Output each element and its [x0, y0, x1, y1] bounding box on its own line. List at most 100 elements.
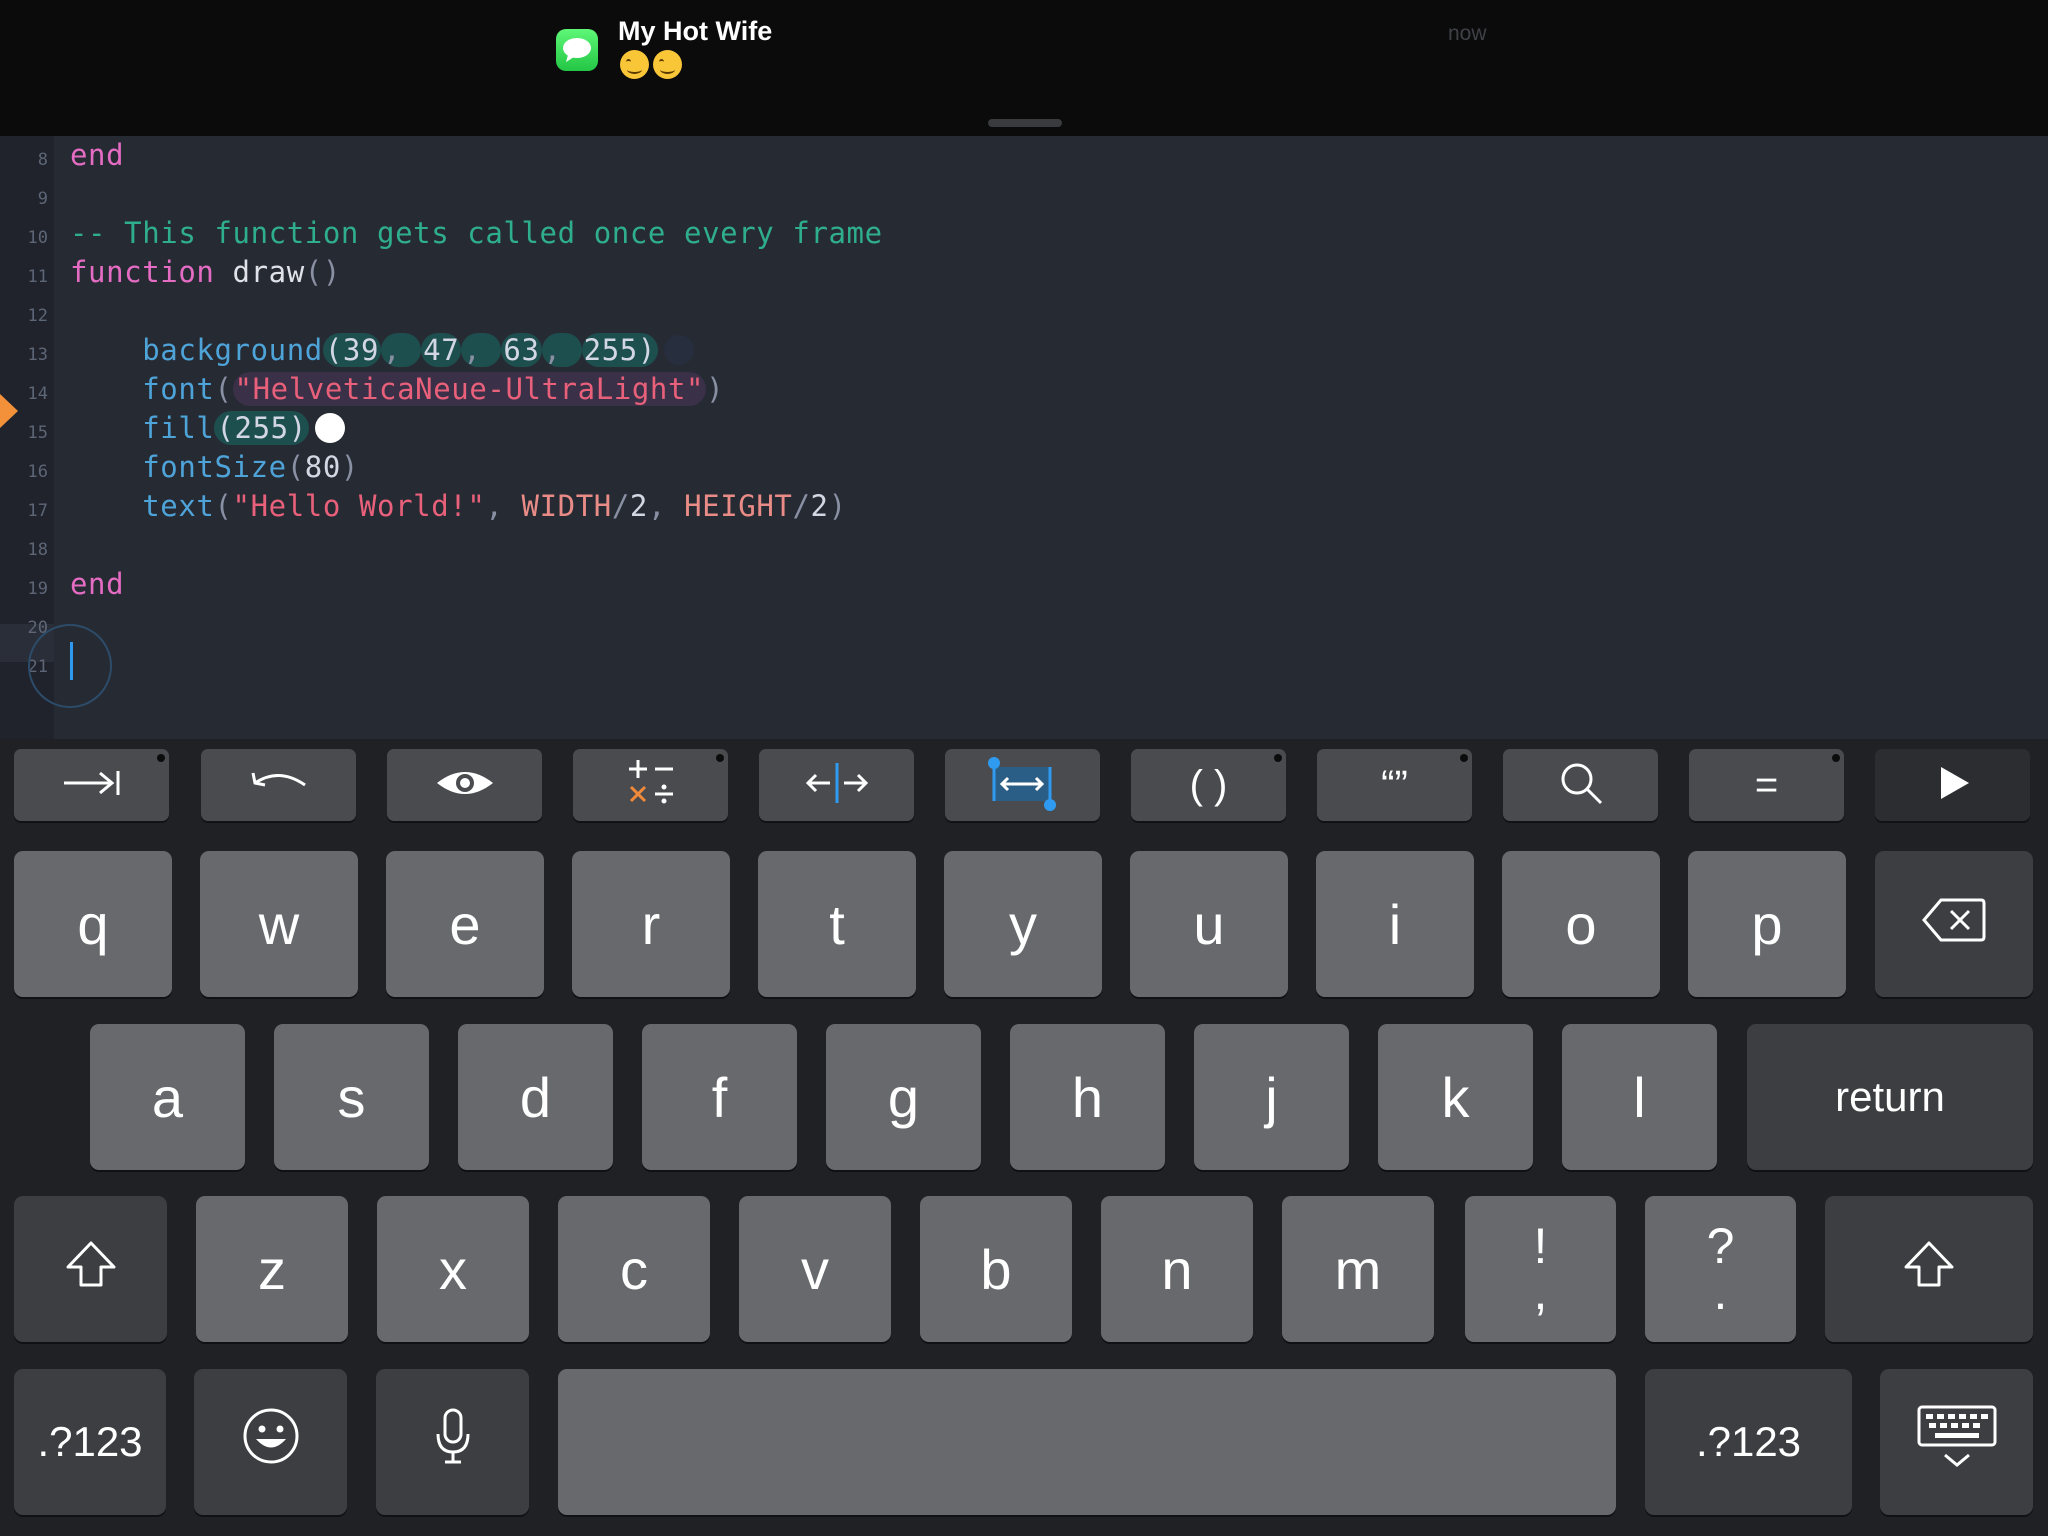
dictation-key[interactable] [376, 1369, 529, 1515]
code-line[interactable]: 17 text("Hello World!", WIDTH/2, HEIGHT/… [0, 487, 2048, 526]
key-label: o [1565, 892, 1597, 956]
key-i[interactable]: i [1316, 851, 1474, 997]
code-token: / [792, 489, 811, 523]
code-token: 2 [629, 489, 648, 523]
code-line[interactable]: 12 [0, 292, 2048, 331]
key-label: a [151, 1065, 184, 1129]
code-line[interactable]: 9 [0, 175, 2048, 214]
key-j[interactable]: j [1194, 1024, 1349, 1170]
code-token: ( [286, 450, 305, 484]
key-l[interactable]: l [1562, 1024, 1717, 1170]
code-token: (255) [214, 411, 309, 445]
split-cursor-button[interactable] [759, 749, 914, 821]
key-t[interactable]: t [758, 851, 916, 997]
code-token: -- This function gets called once every … [70, 216, 883, 250]
operators-button[interactable] [573, 749, 728, 821]
parentheses-label: ( ) [1189, 762, 1228, 807]
key-d[interactable]: d [458, 1024, 613, 1170]
notification-banner[interactable]: My Hot Wife now [0, 0, 2048, 136]
quotes-key[interactable]: “” [1317, 749, 1472, 821]
line-number: 11 [27, 267, 48, 287]
return-key[interactable]: return [1747, 1024, 2033, 1170]
key-y[interactable]: y [944, 851, 1102, 997]
banner-grabber[interactable] [988, 119, 1062, 127]
key-m[interactable]: m [1282, 1196, 1434, 1342]
code-token: ( [214, 372, 233, 406]
code-line[interactable]: 20 [0, 604, 2048, 643]
key-label: p [1751, 892, 1783, 956]
code-token: , [485, 489, 522, 523]
code-token: , [647, 489, 685, 523]
numbers-key-left[interactable]: .?123 [14, 1369, 166, 1515]
delete-icon [1921, 892, 1987, 957]
key-o[interactable]: o [1502, 851, 1660, 997]
code-line[interactable]: 13 background(39, 47, 63, 255) [0, 331, 2048, 370]
key-w[interactable]: w [200, 851, 358, 997]
code-line[interactable]: 16 fontSize(80) [0, 448, 2048, 487]
exclamation-label: ! [1533, 1218, 1548, 1274]
key-z[interactable]: z [196, 1196, 348, 1342]
editor-toolbar: ( ) “” = [0, 739, 2048, 834]
code-line[interactable]: 21 [0, 643, 2048, 682]
code-line[interactable]: 11 function draw() [0, 253, 2048, 292]
color-swatch[interactable] [663, 335, 694, 365]
key-q[interactable]: q [14, 851, 172, 997]
emoji-key[interactable] [194, 1369, 347, 1515]
code-token: ( [214, 489, 233, 523]
shift-key-left[interactable] [14, 1196, 167, 1342]
search-button[interactable] [1503, 749, 1658, 821]
code-text: end [70, 138, 124, 172]
key-u[interactable]: u [1130, 851, 1288, 997]
key-label: q [77, 892, 109, 956]
key-e[interactable]: e [386, 851, 544, 997]
key-f[interactable]: f [642, 1024, 797, 1170]
key-h[interactable]: h [1010, 1024, 1165, 1170]
select-range-button[interactable] [945, 749, 1100, 821]
code-token: 47 [421, 333, 462, 367]
key-s[interactable]: s [274, 1024, 429, 1170]
key-v[interactable]: v [739, 1196, 891, 1342]
smiling-face-emoji-icon [620, 50, 649, 79]
code-line[interactable]: 19 end [0, 565, 2048, 604]
key-label: k [1441, 1065, 1470, 1129]
line-number: 10 [27, 228, 48, 248]
code-line[interactable]: 14 font("HelveticaNeue-UltraLight") [0, 370, 2048, 409]
code-line[interactable]: 15 fill(255) [0, 409, 2048, 448]
key-k[interactable]: k [1378, 1024, 1533, 1170]
key-label: m [1334, 1237, 1382, 1301]
key-g[interactable]: g [826, 1024, 981, 1170]
notification-time: now [1448, 22, 1487, 45]
exclamation-comma-key[interactable]: ! , [1465, 1196, 1616, 1342]
undo-button[interactable] [201, 749, 356, 821]
code-editor[interactable]: 8 end 9 10 -- This function gets called once… [0, 136, 2048, 739]
key-a[interactable]: a [90, 1024, 245, 1170]
tab-key[interactable] [14, 749, 169, 821]
numbers-key-right[interactable]: .?123 [1645, 1369, 1852, 1515]
error-marker-icon[interactable] [0, 394, 18, 428]
code-line[interactable]: 10 -- This function gets called once ever… [0, 214, 2048, 253]
run-button[interactable] [1875, 749, 2030, 821]
quotes-label: “” [1381, 762, 1408, 807]
key-b[interactable]: b [920, 1196, 1072, 1342]
dismiss-keyboard-key[interactable] [1880, 1369, 2033, 1515]
code-line[interactable]: 18 [0, 526, 2048, 565]
microphone-icon [433, 1406, 473, 1479]
key-x[interactable]: x [377, 1196, 529, 1342]
key-c[interactable]: c [558, 1196, 710, 1342]
key-n[interactable]: n [1101, 1196, 1253, 1342]
question-period-key[interactable]: ? . [1645, 1196, 1796, 1342]
numbers-label: .?123 [37, 1418, 143, 1465]
code-line[interactable]: 8 end [0, 136, 2048, 175]
equals-key[interactable]: = [1689, 749, 1844, 821]
delete-key[interactable] [1875, 851, 2033, 997]
key-p[interactable]: p [1688, 851, 1846, 997]
shift-icon [64, 1237, 118, 1302]
color-swatch[interactable] [314, 413, 345, 443]
operators-icon [621, 755, 681, 816]
shift-key-right[interactable] [1825, 1196, 2033, 1342]
preview-button[interactable] [387, 749, 542, 821]
parentheses-key[interactable]: ( ) [1131, 749, 1286, 821]
code-token: draw [214, 255, 305, 289]
key-r[interactable]: r [572, 851, 730, 997]
space-key[interactable] [558, 1369, 1616, 1515]
